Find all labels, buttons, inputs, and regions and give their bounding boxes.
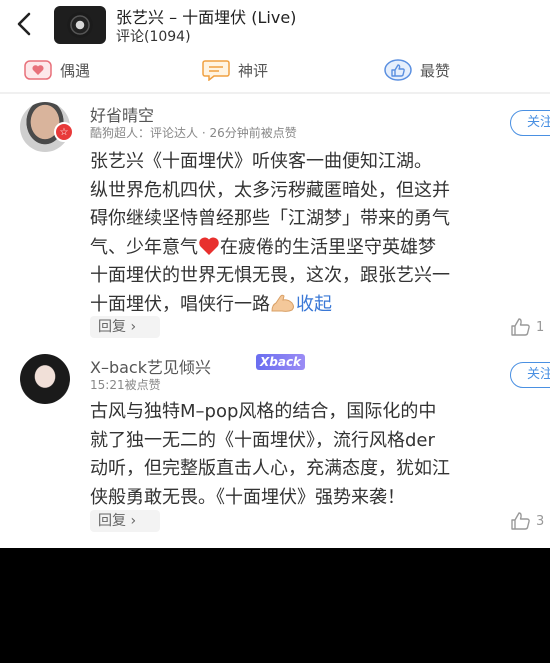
- reply-button[interactable]: 回复 ›: [90, 316, 160, 338]
- comment-line: 动听，但完整版直击人心，充满态度，犹如江: [90, 458, 450, 479]
- tab-encounter[interactable]: 偶遇: [24, 56, 90, 84]
- comment-screen: 张艺兴 – 十面埋伏 (Live) 评论(1094) 偶遇 神评 最赞 ☆ 好省…: [0, 0, 550, 548]
- comment-text: 张艺兴《十面埋伏》听侠客一曲便知江湖。 纵世界危机四伏，太多污秽藏匿暗处，但这并…: [90, 148, 550, 319]
- black-bottom-area: [0, 548, 550, 663]
- comment-tabs: 偶遇 神评 最赞: [0, 52, 550, 88]
- comment-line: 十面埋伏的世界无惧无畏，这次，跟张艺兴一: [90, 265, 450, 286]
- like-count: 3: [536, 513, 545, 529]
- song-title: 张艺兴 – 十面埋伏 (Live): [116, 8, 297, 27]
- header: 张艺兴 – 十面埋伏 (Live) 评论(1094): [0, 0, 550, 48]
- red-heart-icon: [199, 236, 219, 255]
- comment-line: 张艺兴《十面埋伏》听侠客一曲便知江湖。: [90, 151, 432, 172]
- avatar[interactable]: [20, 354, 70, 404]
- comment-line-part: 在疲倦的生活里坚守英雄梦: [220, 236, 436, 258]
- talent-badge-icon: ☆: [54, 122, 74, 142]
- tab-label: 最赞: [420, 61, 451, 80]
- comment-line: 纵世界危机四伏，太多污秽藏匿暗处，但这并: [90, 179, 450, 201]
- back-button[interactable]: [12, 10, 36, 38]
- tab-most-liked[interactable]: 最赞: [384, 56, 450, 84]
- comment-line-part: 十面埋伏，唱侠行一路: [90, 293, 270, 315]
- tab-label: 神评: [238, 61, 269, 80]
- comment-line: 古风与独特M–pop风格的结合，国际化的中: [90, 401, 437, 422]
- comment-line: 就了独一无二的《十面埋伏》，流行风格der: [90, 429, 435, 451]
- comment-line-with-emoji: 气、少年意气 在疲倦的生活里坚守英雄梦: [90, 234, 550, 263]
- comment-line: 侠般勇敢无畏。《十面埋伏》强势来袭！: [90, 486, 405, 508]
- comment-line-with-emoji: 十面埋伏，唱侠行一路 收起: [90, 291, 550, 320]
- comment-meta: 酷狗超人：评论达人 · 26分钟前被点赞: [90, 126, 297, 140]
- tab-top-comments[interactable]: 神评: [202, 56, 268, 84]
- username[interactable]: 好省晴空: [90, 102, 154, 126]
- comment-item: X–back艺见倾兴 Xback 15:21被点赞 关注 古风与独特M–pop风…: [0, 350, 550, 548]
- heart-card-icon: [24, 60, 52, 80]
- username[interactable]: X–back艺见倾兴: [90, 354, 211, 378]
- flexed-arm-icon: [271, 294, 294, 312]
- collapse-link[interactable]: 收起: [296, 294, 332, 315]
- song-cover[interactable]: [54, 6, 106, 44]
- comment-line: 碍你继续坚恃曾经那些「江湖梦」带来的勇气: [90, 208, 450, 229]
- like-count: 1: [536, 319, 545, 335]
- fan-club-tag: Xback: [256, 354, 306, 370]
- comment-text: 古风与独特M–pop风格的结合，国际化的中 就了独一无二的《十面埋伏》，流行风格…: [90, 398, 550, 512]
- disc-icon: [67, 12, 93, 38]
- comment-meta: 15:21被点赞: [90, 378, 161, 392]
- chevron-left-icon: [17, 12, 31, 36]
- comment-line-part: 气、少年意气: [90, 236, 198, 258]
- follow-button[interactable]: 关注: [510, 110, 550, 136]
- comment-item: ☆ 好省晴空 酷狗超人：评论达人 · 26分钟前被点赞 关注 张艺兴《十面埋伏》…: [0, 98, 550, 346]
- comment-count: 评论(1094): [116, 29, 191, 45]
- thumbs-up-icon: [511, 318, 530, 336]
- divider: [0, 92, 550, 94]
- like-button[interactable]: 1: [510, 318, 544, 336]
- reply-button[interactable]: 回复 ›: [90, 510, 160, 532]
- chat-bubble-icon: [202, 60, 230, 81]
- thumbs-up-icon: [511, 512, 530, 530]
- like-button[interactable]: 3: [510, 512, 544, 530]
- thumbs-up-icon: [384, 59, 412, 81]
- tab-label: 偶遇: [60, 61, 91, 80]
- follow-button[interactable]: 关注: [510, 362, 550, 388]
